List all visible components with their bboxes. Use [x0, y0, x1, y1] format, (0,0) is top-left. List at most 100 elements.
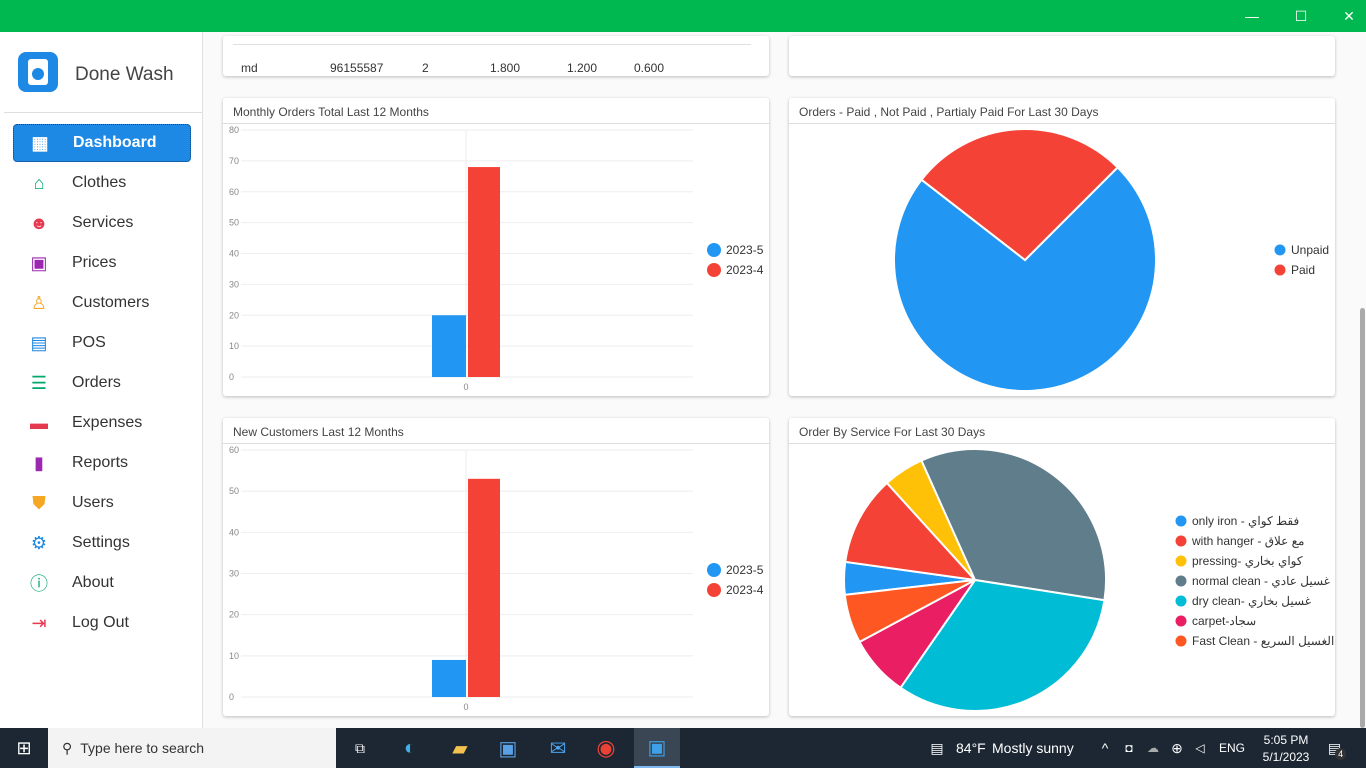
sidebar-item-label: Services — [72, 214, 134, 231]
chart-title: Order By Service For Last 30 Days — [789, 418, 1335, 444]
y-tick-label: 50 — [229, 218, 239, 228]
legend-label: with hanger - مع علاق — [1191, 534, 1304, 548]
sidebar-item-dashboard[interactable]: ▦ Dashboard — [13, 124, 191, 162]
sidebar-item-clothes[interactable]: ⌂ Clothes — [13, 164, 191, 202]
sidebar-item-label: Users — [72, 494, 114, 511]
payment-status-chart-card: Orders - Paid , Not Paid , Partialy Paid… — [789, 98, 1335, 396]
app-logo-icon — [18, 52, 58, 92]
legend-marker — [707, 583, 721, 597]
sidebar-item-label: Customers — [72, 294, 150, 311]
legend-marker — [1175, 555, 1187, 567]
legend-marker — [1175, 635, 1187, 647]
minimize-button[interactable]: — — [1229, 0, 1275, 32]
y-tick-label: 30 — [229, 279, 239, 289]
file-explorer-icon[interactable]: ▰ — [440, 728, 480, 768]
y-tick-label: 50 — [229, 486, 239, 496]
sidebar-item-expenses[interactable]: ▬ Expenses — [13, 404, 191, 442]
bar-2023-5 — [432, 315, 466, 377]
sidebar-item-reports[interactable]: ▮ Reports — [13, 444, 191, 482]
y-tick-label: 10 — [229, 651, 239, 661]
bar-2023-4 — [468, 167, 500, 377]
store-icon[interactable]: ▣ — [488, 728, 528, 768]
monthly-orders-chart: 0 10 20 30 40 50 60 70 80 2023-5 2023-4 0 — [229, 125, 764, 392]
legend-marker — [1274, 264, 1286, 276]
taskbar-search[interactable]: ⚲ Type here to search — [48, 728, 336, 768]
mail-icon[interactable]: ✉ — [538, 728, 578, 768]
legend-marker — [1274, 244, 1286, 256]
prices-icon: ▣ — [30, 252, 48, 273]
order-by-service-chart: only iron - فقط كواي with hanger - مع علا… — [843, 448, 1334, 712]
sidebar-item-log-out[interactable]: ⇥ Log Out — [13, 604, 191, 642]
sidebar-item-users[interactable]: ⛊ Users — [13, 484, 191, 522]
y-tick-label: 60 — [229, 187, 239, 197]
sidebar-item-customers[interactable]: ♙ Customers — [13, 284, 191, 322]
chrome-icon[interactable]: ◉ — [586, 728, 626, 768]
legend-label: dry clean- غسيل بخاري — [1192, 594, 1311, 608]
maximize-button[interactable]: ☐ — [1278, 0, 1324, 32]
order-by-service-chart-card: Order By Service For Last 30 Days only i… — [789, 418, 1335, 716]
y-tick-label: 60 — [229, 445, 239, 455]
done-wash-taskbar-icon[interactable]: ▣ — [634, 728, 680, 768]
legend-label: pressing- كواي بخاري — [1192, 554, 1303, 568]
y-tick-label: 40 — [229, 527, 239, 537]
sidebar-item-services[interactable]: ☻ Services — [13, 204, 191, 242]
legend-marker — [707, 263, 721, 277]
edge-icon[interactable]: ◐ — [390, 728, 430, 768]
legend-label: carpet-سجاد — [1192, 614, 1256, 628]
meet-icon[interactable]: ◘ — [1120, 728, 1138, 768]
volume-icon[interactable]: ◁ — [1191, 728, 1209, 768]
shield-icon: ⛊ — [32, 492, 46, 513]
pos-icon: ▤ — [30, 332, 48, 353]
reports-icon: ▮ — [34, 452, 44, 473]
sidebar-item-label: Orders — [72, 374, 121, 391]
y-tick-label: 20 — [229, 310, 239, 320]
legend-label: 2023-4 — [726, 263, 764, 277]
task-view-icon[interactable]: ⧉ — [340, 728, 380, 768]
table-cell: 1.200 — [567, 61, 598, 75]
info-icon: ⓘ — [30, 574, 48, 594]
sidebar-item-label: Log Out — [72, 614, 129, 631]
legend-marker — [1175, 595, 1187, 607]
table-cell: 1.800 — [490, 61, 521, 75]
weather-text[interactable]: Mostly sunny — [992, 728, 1074, 768]
legend-label: Fast Clean - الغسيل السريع — [1192, 634, 1334, 648]
windows-start-icon[interactable]: ⊞ — [0, 728, 48, 768]
sidebar-item-pos[interactable]: ▤ POS — [13, 324, 191, 362]
new-customers-chart: 0 10 20 30 40 50 60 2023-5 2023-4 0 — [229, 445, 764, 712]
sidebar-item-label: Dashboard — [73, 134, 157, 151]
expenses-icon: ▬ — [30, 412, 48, 433]
hanger-icon: ⌂ — [33, 172, 45, 193]
title-bar: — ☐ ✕ — [0, 0, 1366, 32]
chart-title: New Customers Last 12 Months — [223, 418, 769, 444]
y-tick-label: 20 — [229, 610, 239, 620]
divider — [4, 112, 202, 113]
sidebar-item-settings[interactable]: ⚙ Settings — [13, 524, 191, 562]
bar-2023-5 — [432, 659, 466, 697]
sidebar-item-label: Reports — [72, 454, 129, 471]
chevron-up-icon[interactable]: ^ — [1096, 728, 1114, 768]
y-tick-label: 30 — [229, 569, 239, 579]
services-icon: ☻ — [29, 212, 49, 233]
onedrive-icon[interactable]: ☁ — [1143, 728, 1163, 768]
y-tick-label: 10 — [229, 341, 239, 351]
weather-temp[interactable]: 84°F — [956, 728, 986, 768]
dashboard-icon: ▦ — [31, 132, 49, 153]
sidebar-item-label: Prices — [72, 254, 117, 271]
legend-label: Unpaid — [1291, 243, 1329, 257]
notifications-icon[interactable]: ▤ 4 — [1322, 728, 1352, 768]
y-tick-label: 80 — [229, 125, 239, 135]
language-indicator[interactable]: ENG — [1219, 728, 1245, 768]
clock[interactable]: 5:05 PM 5/1/2023 — [1254, 728, 1318, 768]
y-tick-label: 0 — [229, 692, 234, 702]
close-button[interactable]: ✕ — [1326, 0, 1366, 32]
table-cell: 2 — [422, 61, 429, 75]
gear-icon: ⚙ — [30, 532, 48, 553]
vertical-scrollbar[interactable] — [1360, 308, 1365, 728]
network-icon[interactable]: ⊕ — [1167, 728, 1187, 768]
sidebar-item-about[interactable]: ⓘ About — [13, 564, 191, 602]
table-cell: 0.600 — [634, 61, 665, 75]
sidebar-item-prices[interactable]: ▣ Prices — [13, 244, 191, 282]
news-icon[interactable]: ▤ — [922, 728, 952, 768]
notification-count: 4 — [1335, 748, 1347, 760]
sidebar-item-orders[interactable]: ☰ Orders — [13, 364, 191, 402]
